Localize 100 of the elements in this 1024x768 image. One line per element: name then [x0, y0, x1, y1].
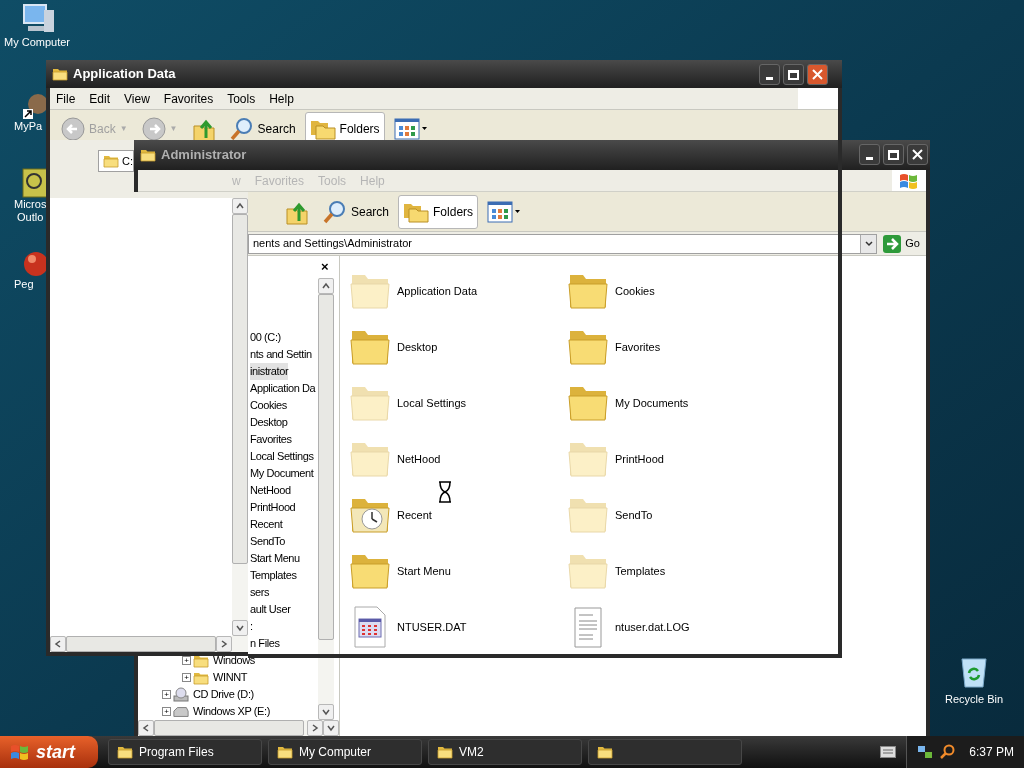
- search-icon: [939, 744, 956, 760]
- ball-icon[interactable]: [22, 250, 48, 278]
- expand-toggle[interactable]: +: [162, 707, 171, 716]
- file-name[interactable]: Start Menu: [397, 562, 451, 580]
- search-icon: [229, 117, 254, 140]
- file-name[interactable]: Local Settings: [397, 394, 467, 412]
- tree-item[interactable]: 00 (C:): [250, 329, 281, 346]
- tree-item[interactable]: inistrator: [250, 363, 289, 380]
- cd-drive-icon: [173, 686, 189, 703]
- menu-item[interactable]: View: [124, 89, 150, 108]
- taskbar-button[interactable]: My Computer: [268, 739, 422, 765]
- go-button[interactable]: Go: [877, 234, 926, 253]
- tree-item[interactable]: ault User: [250, 601, 291, 618]
- minimize-button[interactable]: [759, 64, 780, 85]
- file-name[interactable]: Application Data: [397, 282, 478, 300]
- desktop-icon-label[interactable]: Micros Outlo: [14, 198, 47, 224]
- scroll-right-button[interactable]: [307, 720, 323, 736]
- folders-button[interactable]: Folders: [398, 194, 479, 229]
- close-icon: [812, 69, 823, 80]
- taskbar-button[interactable]: [588, 739, 742, 765]
- tree-item[interactable]: Start Menu: [250, 550, 300, 567]
- tree-item[interactable]: Recent: [250, 516, 283, 533]
- scrollbar-thumb[interactable]: [66, 636, 216, 652]
- scroll-up-button[interactable]: [318, 278, 334, 294]
- menu-item[interactable]: File: [56, 89, 76, 108]
- maximize-icon: [788, 69, 799, 80]
- recycle-bin-icon[interactable]: [959, 655, 989, 689]
- file-name[interactable]: Cookies: [615, 282, 655, 300]
- tree-item[interactable]: nts and Settin: [250, 346, 312, 363]
- tree-item[interactable]: Favorites: [250, 431, 292, 448]
- close-button[interactable]: [907, 144, 928, 165]
- menu-item[interactable]: Tools: [227, 89, 256, 108]
- tree-item[interactable]: sers: [250, 584, 270, 601]
- menu-item[interactable]: Favorites: [163, 89, 214, 108]
- tree-item[interactable]: My Document: [250, 465, 314, 482]
- search-button[interactable]: Search: [224, 112, 301, 140]
- scroll-up-button[interactable]: [232, 198, 248, 214]
- minimize-icon: [766, 77, 773, 80]
- tree-item[interactable]: CD Drive (D:): [193, 686, 254, 703]
- search-button[interactable]: Search: [318, 194, 395, 229]
- taskbar-button[interactable]: VM2: [428, 739, 582, 765]
- file-name[interactable]: Templates: [615, 562, 666, 580]
- menu-item[interactable]: Help: [269, 89, 294, 108]
- desktop-icon-label[interactable]: Peg: [14, 278, 34, 291]
- hourglass-cursor-icon: [438, 481, 452, 503]
- file-name[interactable]: PrintHood: [615, 450, 664, 468]
- menu-bar-blank-area: [798, 88, 838, 109]
- desktop-icon-label[interactable]: My Computer: [4, 36, 71, 49]
- tree-item[interactable]: Windows XP (E:): [193, 703, 270, 720]
- maximize-button[interactable]: [783, 64, 804, 85]
- views-grid-icon: [487, 200, 522, 223]
- tree-item[interactable]: Windows: [213, 652, 255, 669]
- tree-item[interactable]: WINNT: [213, 669, 248, 686]
- file-name[interactable]: Favorites: [615, 338, 661, 356]
- start-button[interactable]: start: [0, 736, 98, 768]
- file-name[interactable]: Desktop: [397, 338, 438, 356]
- folder-icon: [193, 653, 209, 668]
- tree-item[interactable]: Templates: [250, 567, 297, 584]
- tree-item[interactable]: Cookies: [250, 397, 287, 414]
- tree-item[interactable]: NetHood: [250, 482, 291, 499]
- tree-item[interactable]: PrintHood: [250, 499, 296, 516]
- views-grid-icon: [393, 118, 428, 140]
- scroll-left-button[interactable]: [138, 720, 154, 736]
- pane-close-button[interactable]: ×: [321, 257, 329, 277]
- minimize-button[interactable]: [859, 144, 880, 165]
- scroll-left-button[interactable]: [50, 636, 66, 652]
- scroll-down-button[interactable]: [232, 620, 248, 636]
- scroll-down-button[interactable]: [318, 704, 334, 720]
- tree-item[interactable]: Desktop: [250, 414, 288, 431]
- tree-item[interactable]: Application Da: [250, 380, 316, 397]
- tree-item[interactable]: n Files: [250, 635, 280, 652]
- file-name[interactable]: SendTo: [615, 506, 653, 524]
- address-field[interactable]: C:: [98, 150, 134, 172]
- expand-toggle[interactable]: +: [162, 690, 171, 699]
- hard-drive-icon: [173, 705, 189, 718]
- folders-button[interactable]: Folders: [304, 112, 385, 140]
- close-button[interactable]: [807, 64, 828, 85]
- file-name[interactable]: NetHood: [397, 450, 441, 468]
- file-name[interactable]: My Documents: [615, 394, 689, 412]
- keyboard-icon: [880, 746, 897, 758]
- scrollbar-thumb[interactable]: [232, 214, 248, 564]
- tree-item[interactable]: SendTo: [250, 533, 285, 550]
- desktop-icon-label[interactable]: MyPa: [14, 120, 43, 133]
- file-name[interactable]: Recent: [397, 506, 432, 524]
- expand-toggle[interactable]: +: [182, 673, 191, 682]
- file-name[interactable]: NTUSER.DAT: [397, 618, 467, 636]
- scroll-right-button[interactable]: [216, 636, 232, 652]
- scrollbar-thumb[interactable]: [318, 294, 334, 640]
- file-name[interactable]: ntuser.dat.LOG: [615, 618, 690, 636]
- back-arrow-icon: [61, 117, 85, 140]
- tree-item[interactable]: :: [250, 618, 253, 635]
- tree-item[interactable]: Local Settings: [250, 448, 314, 465]
- maximize-icon: [888, 149, 899, 160]
- menu-item[interactable]: Edit: [89, 89, 111, 108]
- desktop-icon-label[interactable]: Recycle Bin: [944, 691, 1004, 708]
- scrollbar-thumb[interactable]: [154, 720, 304, 736]
- scroll-down-button[interactable]: [323, 720, 339, 736]
- folder-icon: [437, 745, 453, 759]
- taskbar-button[interactable]: Program Files: [108, 739, 262, 765]
- maximize-button[interactable]: [883, 144, 904, 165]
